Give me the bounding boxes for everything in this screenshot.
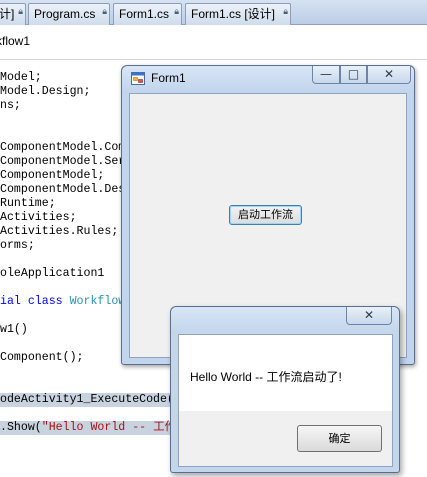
window-title: Form1 — [151, 71, 186, 85]
start-workflow-button[interactable]: 启动工作流 — [229, 205, 302, 225]
lock-icon: 🔒︎ — [18, 6, 23, 16]
form-icon — [131, 72, 145, 85]
tab-label: Program.cs — [34, 7, 96, 21]
close-button[interactable]: ✕ — [346, 307, 392, 325]
tab-label: Form1.cs — [119, 7, 170, 21]
code-line: Model; — [0, 71, 42, 84]
tab-program-cs[interactable]: Program.cs 🔒︎ — [28, 3, 110, 25]
message-box-client-area: Hello World -- 工作流启动了! 确定 — [178, 334, 393, 467]
code-line: ComponentModel; — [0, 169, 105, 182]
code-line: ComponentModel.Ser — [0, 155, 126, 168]
tab-label: Form1.cs [设计] — [191, 7, 276, 21]
code-line: ComponentModel.Des — [0, 183, 126, 196]
code-line: Activities; — [0, 211, 77, 224]
code-line: w1() — [0, 323, 28, 336]
code-line-messagebox-call: .Show("Hello World -- 工作 — [0, 421, 177, 435]
close-button[interactable]: ✕ — [367, 66, 411, 84]
message-box-button-area: 确定 — [179, 411, 392, 466]
tab-designer-partial[interactable]: 计] 🔒︎ — [0, 3, 26, 25]
code-line: oleApplication1 — [0, 267, 105, 280]
code-line-selected: odeActivity1_ExecuteCode( — [0, 393, 174, 407]
ok-button[interactable]: 确定 — [297, 425, 382, 452]
lock-icon: 🔒︎ — [283, 6, 288, 16]
document-tab-strip: 计] 🔒︎ Program.cs 🔒︎ Form1.cs 🔒︎ Form1.cs… — [0, 0, 427, 25]
code-line: orms; — [0, 239, 35, 252]
tab-form1-cs[interactable]: Form1.cs 🔒︎ — [113, 3, 182, 25]
tab-label: 计] — [0, 7, 15, 21]
code-line: Model.Design; — [0, 85, 91, 98]
code-line: Activities.Rules; — [0, 225, 119, 238]
code-line: Runtime; — [0, 197, 56, 210]
code-line: ns; — [0, 99, 21, 112]
type-combo-value: rkflow1 — [0, 34, 31, 48]
message-text: Hello World -- 工作流启动了! — [190, 370, 342, 384]
lock-icon: 🔒︎ — [102, 6, 107, 16]
code-line: ComponentModel.Com — [0, 141, 126, 154]
minimize-button[interactable]: — — [312, 66, 340, 84]
code-line: Component(); — [0, 351, 84, 364]
lock-icon: 🔒︎ — [174, 6, 179, 16]
type-navigation-bar[interactable]: rkflow1 — [0, 26, 427, 60]
maximize-button[interactable]: □ — [340, 66, 367, 84]
tab-form1-designer[interactable]: Form1.cs [设计] 🔒︎ — [185, 3, 291, 25]
code-line-class-declaration: ial class Workflow — [0, 295, 126, 308]
message-box-window[interactable]: ✕ Hello World -- 工作流启动了! 确定 — [170, 306, 400, 473]
